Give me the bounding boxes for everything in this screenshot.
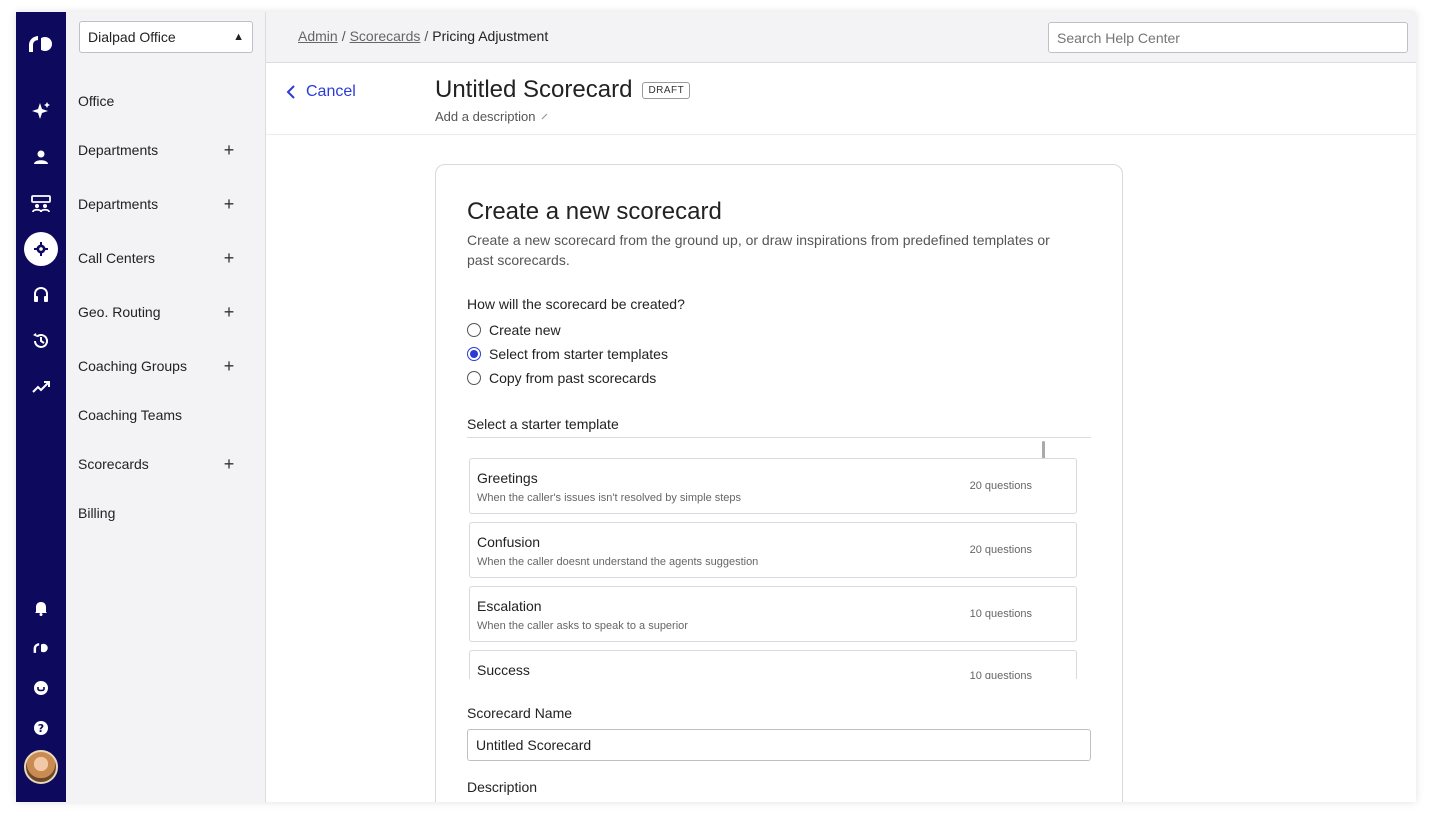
app-window: ? Dialpad Office ▲︎ Office Departments +… (16, 12, 1416, 802)
pencil-icon (542, 113, 548, 120)
sidebar-item-geo-routing[interactable]: Geo. Routing + (78, 300, 236, 324)
select-arrows-icon: ▲︎ (233, 31, 244, 43)
template-description: When the caller doesnt understand the ag… (477, 556, 759, 568)
history-icon[interactable] (16, 324, 66, 358)
creation-method-label: How will the scorecard be created? (467, 296, 685, 312)
sidebar-item-departments-2[interactable]: Departments + (78, 192, 236, 216)
template-question-count: 10 questions (969, 670, 1032, 679)
template-section-label: Select a starter template (467, 416, 619, 432)
office-select-value: Dialpad Office (88, 29, 176, 45)
template-name: Success (477, 662, 530, 678)
sidebar-item-label: Scorecards (78, 456, 149, 472)
sidebar-item-billing[interactable]: Billing (78, 501, 236, 525)
breadcrumb-separator: / (341, 28, 346, 44)
cancel-label: Cancel (306, 83, 356, 100)
dialpad-logo-icon[interactable] (16, 27, 66, 61)
panel-title: Create a new scorecard (467, 198, 722, 225)
scorecard-name-label: Scorecard Name (467, 705, 573, 721)
dialpad-logo-small-icon[interactable] (16, 631, 66, 665)
template-name: Greetings (477, 470, 538, 486)
top-bar: Admin / Scorecards / Pricing Adjustment (266, 12, 1416, 63)
plus-icon[interactable]: + (222, 140, 236, 161)
page-title[interactable]: Untitled Scorecard (435, 76, 632, 104)
app-rail: ? (16, 12, 66, 802)
breadcrumb: Admin / Scorecards / Pricing Adjustment (298, 28, 548, 44)
avatar[interactable] (24, 750, 58, 784)
breadcrumb-current: Pricing Adjustment (432, 28, 549, 44)
chevron-left-icon (286, 85, 295, 99)
template-description: When the caller's issues isn't resolved … (477, 492, 742, 504)
description-label: Description (467, 779, 538, 795)
admin-sidebar: Dialpad Office ▲︎ Office Departments + D… (66, 12, 266, 802)
plus-icon[interactable]: + (222, 194, 236, 215)
template-list[interactable]: Greetings When the caller's issues isn't… (467, 441, 1087, 679)
template-question-count: 20 questions (969, 544, 1032, 556)
scorecard-name-input[interactable] (467, 729, 1091, 761)
smile-icon[interactable] (16, 671, 66, 705)
radio-create-new[interactable]: Create new (467, 322, 561, 338)
add-description-label: Add a description (435, 109, 536, 124)
create-scorecard-panel: Create a new scorecard Create a new scor… (435, 164, 1123, 802)
template-description: When the caller asks to speak to a super… (477, 620, 688, 632)
sidebar-item-label: Office (78, 93, 115, 109)
sidebar-item-label: Coaching Groups (78, 358, 187, 374)
contact-center-icon[interactable] (16, 187, 66, 221)
panel-subtitle: Create a new scorecard from the ground u… (467, 232, 1050, 268)
radio-copy-past[interactable]: Copy from past scorecards (467, 370, 656, 386)
sidebar-item-label: Call Centers (78, 250, 156, 266)
sidebar-item-call-centers[interactable]: Call Centers + (78, 246, 236, 270)
template-question-count: 10 questions (969, 608, 1032, 620)
sidebar-item-scorecards[interactable]: Scorecards + (78, 452, 236, 476)
template-card-escalation[interactable]: Escalation When the caller asks to speak… (469, 586, 1077, 642)
scorecard-title: Untitled Scorecard DRAFT (435, 76, 691, 104)
sidebar-item-coaching-teams[interactable]: Coaching Teams (78, 403, 236, 427)
radio-label: Create new (489, 322, 561, 338)
plus-icon[interactable]: + (222, 302, 236, 323)
divider (467, 437, 1091, 438)
radio-label: Select from starter templates (489, 346, 668, 362)
page-header: Cancel Untitled Scorecard DRAFT Add a de… (266, 63, 1416, 135)
template-card-greetings[interactable]: Greetings When the caller's issues isn't… (469, 458, 1077, 514)
headset-icon[interactable] (16, 278, 66, 312)
add-description-button[interactable]: Add a description (435, 109, 548, 124)
office-select[interactable]: Dialpad Office ▲︎ (79, 21, 253, 53)
sidebar-item-label: Geo. Routing (78, 304, 161, 320)
help-search-input[interactable] (1048, 22, 1408, 53)
plus-icon[interactable]: + (222, 454, 236, 475)
radio-button[interactable] (467, 323, 481, 337)
radio-starter-templates[interactable]: Select from starter templates (467, 346, 668, 362)
trend-icon[interactable] (16, 370, 66, 404)
sidebar-item-coaching-groups[interactable]: Coaching Groups + (78, 354, 236, 378)
breadcrumb-scorecards[interactable]: Scorecards (350, 28, 421, 44)
template-name: Escalation (477, 598, 542, 614)
template-question-count: 20 questions (969, 480, 1032, 492)
radio-button-selected[interactable] (467, 347, 481, 361)
template-card-success[interactable]: Success 10 questions (469, 650, 1077, 679)
svg-text:?: ? (38, 722, 44, 735)
sidebar-item-label: Departments (78, 196, 159, 212)
help-icon[interactable]: ? (16, 711, 66, 745)
person-icon[interactable] (16, 140, 66, 174)
template-card-confusion[interactable]: Confusion When the caller doesnt underst… (469, 522, 1077, 578)
gear-icon[interactable] (16, 232, 66, 266)
sparkle-icon[interactable] (16, 94, 66, 128)
radio-button[interactable] (467, 371, 481, 385)
main-content: Create a new scorecard Create a new scor… (266, 135, 1416, 802)
sidebar-item-label: Departments (78, 142, 159, 158)
sidebar-item-label: Billing (78, 505, 116, 521)
plus-icon[interactable]: + (222, 356, 236, 377)
bell-icon[interactable] (16, 591, 66, 625)
plus-icon[interactable]: + (222, 248, 236, 269)
template-name: Confusion (477, 534, 541, 550)
sidebar-item-office[interactable]: Office (78, 89, 236, 113)
breadcrumb-separator: / (424, 28, 429, 44)
radio-label: Copy from past scorecards (489, 370, 657, 386)
cancel-button[interactable]: Cancel (286, 83, 356, 101)
status-badge: DRAFT (642, 81, 691, 99)
sidebar-item-departments[interactable]: Departments + (78, 138, 236, 162)
sidebar-item-label: Coaching Teams (78, 407, 183, 423)
breadcrumb-admin[interactable]: Admin (298, 28, 338, 44)
